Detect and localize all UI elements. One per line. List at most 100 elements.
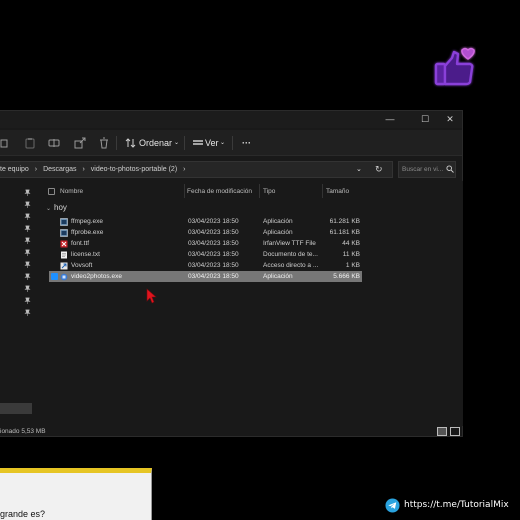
file-size: 61.181 KB bbox=[329, 229, 360, 236]
pin-icon bbox=[24, 285, 31, 292]
refresh-icon[interactable]: ↻ bbox=[375, 164, 383, 175]
file-modified: 03/04/2023 18:50 bbox=[188, 240, 239, 247]
command-bar: Ordenar ⌄ Ver ⌄ ··· bbox=[0, 130, 462, 156]
chevron-down-icon: ⌄ bbox=[220, 140, 226, 146]
column-header-name[interactable]: Nombre bbox=[60, 185, 83, 198]
pin-icon bbox=[24, 273, 31, 280]
file-size: 1 KB bbox=[345, 262, 360, 269]
like-icon bbox=[434, 47, 475, 86]
toolbar-separator bbox=[232, 136, 233, 150]
pin-icon bbox=[24, 201, 31, 208]
close-button[interactable]: ✕ bbox=[438, 112, 462, 127]
table-row[interactable]: font.ttf 03/04/2023 18:50 IrfanView TTF … bbox=[49, 238, 362, 249]
column-divider[interactable] bbox=[322, 184, 323, 198]
file-modified: 03/04/2023 18:50 bbox=[188, 273, 239, 280]
file-type: Aplicación bbox=[263, 229, 293, 236]
address-bar[interactable]: te equipo › Descargas › video-to-photos-… bbox=[0, 161, 393, 178]
file-size: 5.666 KB bbox=[333, 273, 360, 280]
more-options-button[interactable]: ··· bbox=[242, 136, 251, 151]
file-name: font.ttf bbox=[71, 240, 90, 247]
column-divider[interactable] bbox=[259, 184, 260, 198]
file-name: video2photos.exe bbox=[71, 273, 122, 280]
pin-icon bbox=[24, 213, 31, 220]
file-list: Nombre Fecha de modificación Tipo Tamaño… bbox=[41, 181, 463, 426]
view-button[interactable]: Ver bbox=[205, 136, 219, 151]
dropdown-chevron-icon[interactable]: ⌄ bbox=[356, 162, 362, 177]
title-bar: — ☐ ✕ bbox=[0, 111, 462, 128]
text-file-icon bbox=[61, 251, 67, 259]
table-row[interactable]: ffmpeg.exe 03/04/2023 18:50 Aplicación 6… bbox=[49, 216, 362, 227]
file-type: Aplicación bbox=[263, 273, 293, 280]
table-row-selected[interactable]: video2photos.exe 03/04/2023 18:50 Aplica… bbox=[49, 271, 362, 282]
tiles-view-button[interactable] bbox=[450, 427, 460, 436]
mouse-cursor-icon bbox=[146, 288, 157, 304]
file-size: 61.281 KB bbox=[329, 218, 360, 225]
pin-icon bbox=[24, 249, 31, 256]
rename-icon[interactable] bbox=[48, 137, 60, 149]
pin-icon bbox=[24, 237, 31, 244]
table-row[interactable]: ffprobe.exe 03/04/2023 18:50 Aplicación … bbox=[49, 227, 362, 238]
nav-selected-item[interactable] bbox=[0, 403, 32, 414]
file-modified: 03/04/2023 18:50 bbox=[188, 262, 239, 269]
font-file-icon bbox=[60, 240, 68, 248]
delete-icon[interactable] bbox=[98, 137, 110, 149]
status-bar: ionado 5,53 MB bbox=[0, 425, 462, 438]
pin-icon bbox=[24, 309, 31, 316]
file-type: Aplicación bbox=[263, 218, 293, 225]
file-name: license.txt bbox=[71, 251, 100, 258]
pin-icon bbox=[24, 189, 31, 196]
column-divider[interactable] bbox=[184, 184, 185, 198]
share-icon[interactable] bbox=[74, 137, 86, 149]
file-size: 11 KB bbox=[342, 251, 360, 258]
file-type: IrfanView TTF File bbox=[263, 240, 316, 247]
telegram-icon bbox=[385, 498, 400, 513]
pin-icon bbox=[24, 225, 31, 232]
file-name: ffmpeg.exe bbox=[71, 218, 104, 225]
paste-icon[interactable] bbox=[24, 137, 36, 149]
app-icon bbox=[60, 273, 68, 281]
maximize-button[interactable]: ☐ bbox=[413, 112, 437, 127]
group-label: hoy bbox=[54, 203, 67, 212]
sort-button[interactable]: Ordenar bbox=[139, 136, 172, 151]
file-size: 44 KB bbox=[342, 240, 360, 247]
file-type: Acceso directo a ... bbox=[263, 262, 319, 269]
navigation-pane bbox=[0, 181, 40, 426]
file-explorer-window: — ☐ ✕ Ordenar ⌄ Ver ⌄ ··· te equipo › De… bbox=[0, 110, 463, 437]
chevron-right-icon: › bbox=[82, 166, 85, 173]
breadcrumb-item[interactable]: video-to-photos-portable (2) bbox=[91, 162, 177, 177]
chevron-right-icon: › bbox=[34, 166, 38, 173]
view-icon[interactable] bbox=[192, 137, 204, 149]
toolbar-separator bbox=[184, 136, 185, 150]
exe-icon bbox=[60, 229, 68, 237]
copy-icon[interactable] bbox=[0, 137, 12, 149]
row-checkbox[interactable] bbox=[51, 273, 58, 280]
search-icon[interactable] bbox=[446, 165, 454, 173]
pin-icon bbox=[24, 297, 31, 304]
exe-icon bbox=[60, 218, 68, 226]
chevron-down-icon: ⌄ bbox=[174, 140, 180, 146]
toolbar-separator bbox=[116, 136, 117, 150]
file-type: Documento de te... bbox=[263, 251, 318, 258]
group-header[interactable]: ⌄ hoy bbox=[46, 203, 67, 212]
telegram-link[interactable]: https://t.me/TutorialMix bbox=[404, 500, 509, 510]
column-header-modified[interactable]: Fecha de modificación bbox=[187, 185, 252, 198]
breadcrumb-item[interactable]: Descargas bbox=[43, 162, 76, 177]
breadcrumb-chevron-right-icon: › bbox=[183, 166, 186, 173]
dialog-text: grande es? bbox=[0, 509, 46, 519]
chevron-down-icon: ⌄ bbox=[46, 206, 52, 212]
select-all-checkbox[interactable] bbox=[48, 188, 55, 195]
sort-icon[interactable] bbox=[125, 137, 137, 149]
file-modified: 03/04/2023 18:50 bbox=[188, 218, 239, 225]
file-name: ffprobe.exe bbox=[71, 229, 104, 236]
file-name: Vovsoft bbox=[71, 262, 93, 269]
table-row[interactable]: license.txt 03/04/2023 18:50 Documento d… bbox=[49, 249, 362, 260]
minimize-button[interactable]: — bbox=[378, 112, 402, 127]
file-modified: 03/04/2023 18:50 bbox=[188, 229, 239, 236]
column-header-type[interactable]: Tipo bbox=[263, 185, 275, 198]
pin-icon bbox=[24, 261, 31, 268]
dialog-panel: grande es? bbox=[0, 468, 152, 520]
column-header-size[interactable]: Tamaño bbox=[326, 185, 349, 198]
table-row[interactable]: Vovsoft 03/04/2023 18:50 Acceso directo … bbox=[49, 260, 362, 271]
details-view-button[interactable] bbox=[437, 427, 447, 436]
breadcrumb-item[interactable]: te equipo bbox=[0, 162, 29, 177]
